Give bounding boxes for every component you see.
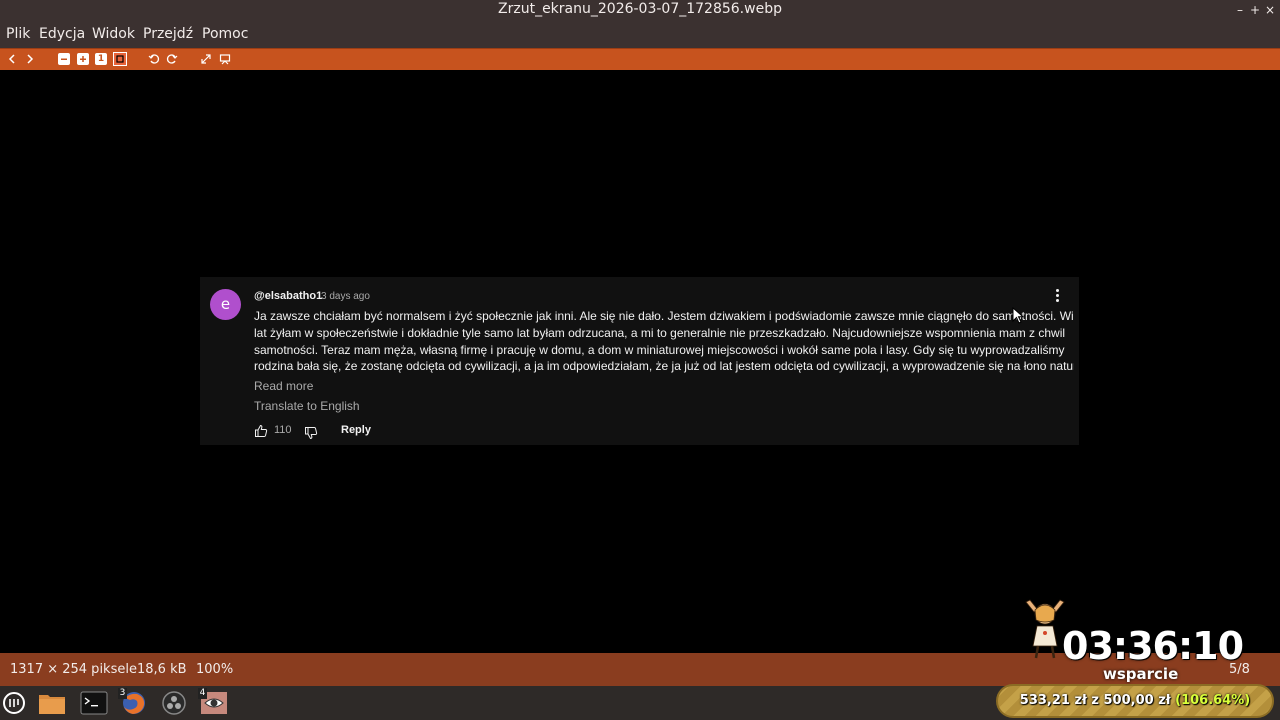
zoom-out-icon[interactable] (58, 53, 70, 65)
comment-text: Ja zawsze chciałam być normalsem i żyć s… (254, 308, 1074, 375)
image-dimensions: 1317 × 254 piksele (10, 662, 137, 677)
more-options-icon (1052, 289, 1062, 305)
zoom-in-icon[interactable] (77, 53, 89, 65)
goal-percent: (106.64%) (1175, 693, 1251, 708)
mouse-cursor-icon (1012, 306, 1025, 325)
comment-line: Ja zawsze chciałam być normalsem i żyć s… (254, 309, 1074, 323)
zoom-fit-icon[interactable] (113, 52, 127, 66)
read-more-link: Read more (254, 379, 314, 393)
fullscreen-icon[interactable] (200, 53, 212, 65)
stream-timer: 03:36:10 (1062, 624, 1244, 668)
menu-plik[interactable]: Plik (6, 26, 30, 42)
menu-bar: Plik Edycja Widok Przejdź Pomoc (0, 21, 1280, 48)
goal-amount: 533,21 zł (1019, 693, 1087, 708)
thumbs-down-icon (304, 425, 318, 440)
support-label: wsparcie (1103, 665, 1179, 683)
image-viewer-window-count: 4 (198, 688, 207, 699)
minimize-button[interactable]: – (1232, 0, 1248, 21)
close-button[interactable]: × (1262, 0, 1278, 21)
goal-target: 500,00 zł (1103, 693, 1171, 708)
thumbs-up-icon (254, 423, 268, 437)
files-icon[interactable] (38, 690, 66, 716)
donation-goal-text: 533,21 zł z 500,00 zł (106.64%) (998, 693, 1272, 708)
comment-author: @elsabatho1 (254, 290, 323, 302)
comment-line: lat żyłam w społeczeństwie i dokładnie t… (254, 325, 1066, 340)
like-count: 110 (274, 424, 292, 436)
comment-line: samotności. Teraz mam męża, własną firmę… (254, 342, 1065, 357)
menu-edycja[interactable]: Edycja (39, 26, 85, 42)
menu-pomoc[interactable]: Pomoc (202, 26, 248, 42)
goal-of: z (1091, 693, 1099, 708)
translate-link: Translate to English (254, 399, 360, 413)
obs-icon[interactable] (160, 690, 188, 716)
donation-goal-bar: 533,21 zł z 500,00 zł (106.64%) (996, 684, 1274, 718)
forward-icon[interactable] (24, 53, 36, 65)
terminal-icon[interactable] (80, 690, 108, 716)
file-size: 18,6 kB (137, 662, 187, 677)
back-icon[interactable] (6, 53, 18, 65)
displayed-image-comment-card: e @elsabatho1 3 days ago Ja zawsze chcia… (200, 277, 1079, 445)
avatar: e (210, 289, 241, 320)
menu-icon[interactable] (2, 690, 26, 716)
comment-line: rodzina bała się, że zostanę odcięta od … (254, 359, 1074, 374)
title-bar: Zrzut_ekranu_2026-03-07_172856.webp – + … (0, 0, 1280, 21)
menu-widok[interactable]: Widok (92, 26, 135, 42)
rotate-left-icon[interactable] (148, 53, 160, 65)
zoom-original-icon[interactable]: 1 (95, 53, 107, 65)
maximize-button[interactable]: + (1247, 0, 1263, 21)
window-title: Zrzut_ekranu_2026-03-07_172856.webp (498, 1, 782, 17)
reply-button: Reply (341, 424, 371, 436)
menu-przejdz[interactable]: Przejdź (143, 26, 193, 42)
comment-time: 3 days ago (321, 291, 370, 302)
mascot-icon (1024, 598, 1066, 660)
toolbar: 1 (0, 48, 1280, 70)
rotate-right-icon[interactable] (166, 53, 178, 65)
zoom-level: 100% (196, 662, 234, 677)
slideshow-icon[interactable] (219, 53, 231, 65)
firefox-window-count: 3 (118, 688, 127, 699)
